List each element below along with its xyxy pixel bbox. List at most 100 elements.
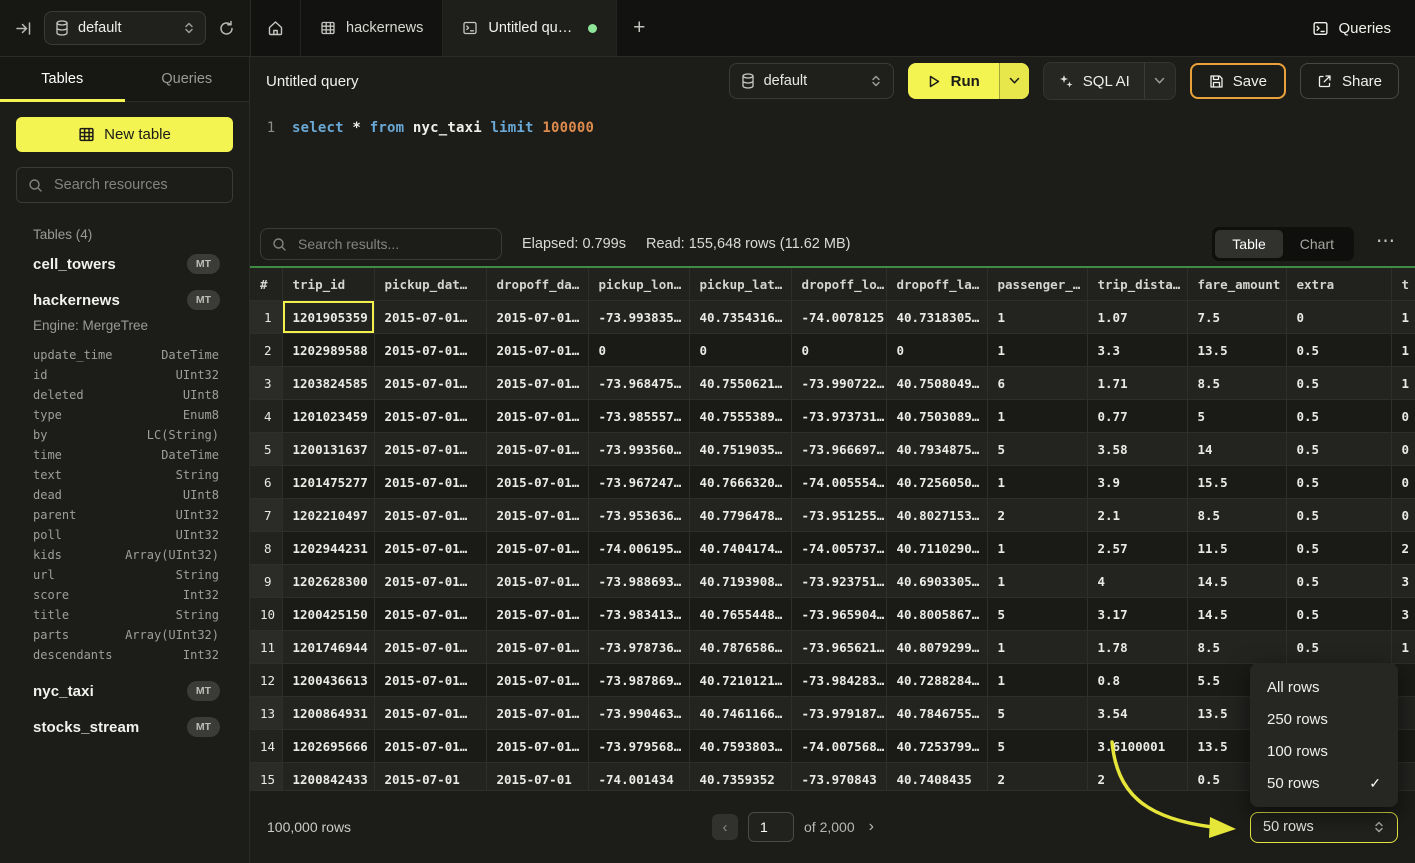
table-cell[interactable]: 2015-07-01…	[374, 730, 486, 763]
editor-line[interactable]: 1 select * from nyc_taxi limit 100000	[250, 116, 1415, 140]
database-selector[interactable]: default	[44, 11, 206, 45]
table-cell[interactable]: 5	[1187, 400, 1286, 433]
table-cell[interactable]: -73.993560…	[588, 433, 689, 466]
column-header[interactable]: trip_dista…	[1087, 268, 1187, 301]
table-cell[interactable]: 2015-07-01…	[374, 631, 486, 664]
row-number-cell[interactable]: 7	[250, 499, 282, 532]
table-cell[interactable]: -74.005554…	[791, 466, 886, 499]
table-cell[interactable]: 1	[987, 466, 1087, 499]
view-toggle-table[interactable]: Table	[1215, 230, 1282, 258]
table-cell[interactable]: -73.985557…	[588, 400, 689, 433]
table-cell[interactable]: 2.1	[1087, 499, 1187, 532]
resource-search-input[interactable]	[52, 176, 221, 194]
table-cell[interactable]: 2015-07-01…	[486, 598, 588, 631]
table-cell[interactable]: 1	[1391, 367, 1415, 400]
table-cell[interactable]: 1200131637	[282, 433, 374, 466]
table-cell[interactable]: 2015-07-01…	[486, 730, 588, 763]
table-cell[interactable]: 1	[987, 532, 1087, 565]
table-cell[interactable]: 2015-07-01…	[374, 499, 486, 532]
table-cell[interactable]: 5	[987, 598, 1087, 631]
table-cell[interactable]: 40.7796478…	[689, 499, 791, 532]
table-cell[interactable]: 40.7210121…	[689, 664, 791, 697]
table-cell[interactable]: 2015-07-01…	[486, 631, 588, 664]
tab-untitled-query[interactable]: Untitled qu…	[443, 0, 617, 56]
table-cell[interactable]: -74.007568…	[791, 730, 886, 763]
page-number-input[interactable]	[748, 812, 794, 842]
table-cell[interactable]: -73.973731…	[791, 400, 886, 433]
rows-menu-item-100-rows[interactable]: 100 rows	[1250, 735, 1398, 767]
row-number-cell[interactable]: 9	[250, 565, 282, 598]
table-cell[interactable]: 40.7288284…	[886, 664, 987, 697]
row-number-cell[interactable]: 14	[250, 730, 282, 763]
table-cell[interactable]: 3.3	[1087, 334, 1187, 367]
rows-menu-item-all-rows[interactable]: All rows	[1250, 671, 1398, 703]
table-cell[interactable]: 2	[987, 499, 1087, 532]
table-cell[interactable]: 40.8027153…	[886, 499, 987, 532]
sidebar-tab-tables[interactable]: Tables	[0, 57, 125, 101]
table-cell[interactable]: 13.5	[1187, 334, 1286, 367]
table-cell[interactable]: -73.979568…	[588, 730, 689, 763]
table-cell[interactable]: 2015-07-01…	[486, 400, 588, 433]
column-header[interactable]: extra	[1286, 268, 1391, 301]
table-cell[interactable]: 2015-07-01	[486, 763, 588, 791]
results-search[interactable]	[260, 228, 502, 260]
tab-hackernews[interactable]: hackernews	[301, 0, 443, 56]
table-cell[interactable]: 2015-07-01…	[486, 532, 588, 565]
save-button[interactable]: Save	[1190, 63, 1286, 99]
table-cell[interactable]: 2	[1087, 763, 1187, 791]
row-number-cell[interactable]: 8	[250, 532, 282, 565]
table-cell[interactable]: -73.988693…	[588, 565, 689, 598]
row-number-cell[interactable]: 6	[250, 466, 282, 499]
table-cell[interactable]: -73.978736…	[588, 631, 689, 664]
table-cell[interactable]: 0	[1391, 499, 1415, 532]
table-cell[interactable]: 1200864931	[282, 697, 374, 730]
table-cell[interactable]: 1	[1391, 631, 1415, 664]
table-cell[interactable]: 3.54	[1087, 697, 1187, 730]
table-cell[interactable]: 2015-07-01…	[374, 301, 486, 334]
table-cell[interactable]: 1	[1391, 301, 1415, 334]
table-cell[interactable]: 0.77	[1087, 400, 1187, 433]
table-cell[interactable]: 2015-07-01…	[486, 697, 588, 730]
resource-search[interactable]	[16, 167, 233, 203]
table-cell[interactable]: 1	[987, 631, 1087, 664]
table-cell[interactable]: 1	[987, 301, 1087, 334]
sql-ai-button[interactable]: SQL AI	[1043, 62, 1176, 100]
results-more-button[interactable]: ⋯	[1374, 230, 1405, 259]
table-cell[interactable]: 2015-07-01…	[374, 433, 486, 466]
table-cell[interactable]: 40.6903305…	[886, 565, 987, 598]
table-cell[interactable]: 1201905359	[282, 301, 374, 334]
table-cell[interactable]: 0	[1391, 433, 1415, 466]
table-cell[interactable]: 40.7934875…	[886, 433, 987, 466]
table-cell[interactable]: 0.5	[1286, 631, 1391, 664]
table-cell[interactable]: 1203824585	[282, 367, 374, 400]
table-cell[interactable]: 1	[987, 334, 1087, 367]
column-header[interactable]: passenger_…	[987, 268, 1087, 301]
table-cell[interactable]: -74.005737…	[791, 532, 886, 565]
table-cell[interactable]: 1	[1391, 334, 1415, 367]
table-cell[interactable]: 0.5	[1286, 433, 1391, 466]
new-table-button[interactable]: New table	[16, 117, 233, 152]
table-cell[interactable]: 40.7256050…	[886, 466, 987, 499]
table-cell[interactable]: 2.57	[1087, 532, 1187, 565]
sidebar-tab-queries[interactable]: Queries	[125, 57, 250, 101]
table-cell[interactable]: 40.7318305…	[886, 301, 987, 334]
table-cell[interactable]: 3	[1391, 598, 1415, 631]
table-cell[interactable]: 1	[987, 400, 1087, 433]
table-cell[interactable]: 2015-07-01…	[374, 532, 486, 565]
table-cell[interactable]: 0	[1391, 400, 1415, 433]
table-cell[interactable]: 2015-07-01…	[486, 367, 588, 400]
page-size-selector[interactable]: 50 rows	[1250, 812, 1398, 843]
table-cell[interactable]: 1202628300	[282, 565, 374, 598]
table-cell[interactable]: 1.71	[1087, 367, 1187, 400]
table-cell[interactable]: 2015-07-01…	[374, 400, 486, 433]
table-cell[interactable]: -73.953636…	[588, 499, 689, 532]
table-cell[interactable]: 0.5	[1286, 334, 1391, 367]
table-cell[interactable]: 1202989588	[282, 334, 374, 367]
table-cell[interactable]: 2015-07-01…	[486, 433, 588, 466]
table-cell[interactable]: 0	[588, 334, 689, 367]
table-cell[interactable]: 1200436613	[282, 664, 374, 697]
table-cell[interactable]: 0.8	[1087, 664, 1187, 697]
table-cell[interactable]: 40.7666320…	[689, 466, 791, 499]
results-search-input[interactable]	[296, 235, 490, 253]
table-cell[interactable]: 7.5	[1187, 301, 1286, 334]
